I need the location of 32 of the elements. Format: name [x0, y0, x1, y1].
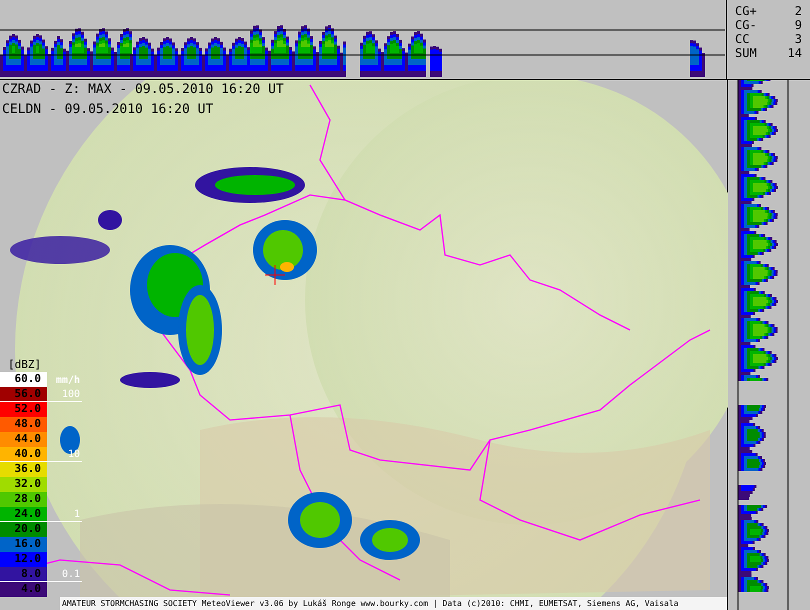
- legend-swatch: 16.0: [0, 537, 47, 552]
- legend-swatch: 20.0: [0, 522, 47, 537]
- legend-swatch: 52.0: [0, 402, 47, 417]
- stat-value: 9: [794, 18, 802, 32]
- stat-label: CG-: [735, 18, 757, 32]
- legend-swatch: 56.0: [0, 387, 47, 401]
- legend-swatch: 48.0: [0, 417, 47, 432]
- map-title: CELDN - 09.05.2010 16:20 UT: [1, 101, 214, 119]
- legend-swatch: 24.0: [0, 507, 47, 521]
- stat-value: 14: [788, 46, 802, 60]
- rate-unit: mm/h: [56, 375, 80, 387]
- footer-credits: AMATEUR STORMCHASING SOCIETY MeteoViewer v3.06 by Lukáš Ronge www.bourky.com | Data (c)2010: CHMI, EUMETSAT, Siemens AG, Vaisala: [60, 597, 727, 610]
- legend-swatch: 4.0: [0, 582, 47, 597]
- legend-swatch: 60.0: [0, 372, 47, 387]
- rate-tick-label: 0.1: [62, 569, 80, 581]
- legend-swatch: 8.0: [0, 567, 47, 581]
- legend-swatch: 12.0: [0, 552, 47, 567]
- rate-tick-label: 100: [62, 389, 80, 401]
- legend-swatch: 36.0: [0, 462, 47, 477]
- stat-value: 3: [794, 32, 802, 46]
- stat-label: SUM: [735, 46, 757, 60]
- legend-unit: [dBZ]: [7, 358, 42, 372]
- stat-label: CC: [735, 32, 750, 46]
- legend-swatch: 44.0: [0, 432, 47, 447]
- legend-swatch: 32.0: [0, 477, 47, 492]
- rate-tick-label: 10: [68, 449, 80, 461]
- rate-tick-label: 1: [74, 509, 80, 521]
- legend-swatch: 28.0: [0, 492, 47, 507]
- map-title: CZRAD - Z: MAX - 09.05.2010 16:20 UT: [1, 81, 284, 99]
- stat-value: 2: [794, 4, 802, 18]
- legend-swatch: 40.0: [0, 447, 47, 461]
- stat-label: CG+: [735, 4, 757, 18]
